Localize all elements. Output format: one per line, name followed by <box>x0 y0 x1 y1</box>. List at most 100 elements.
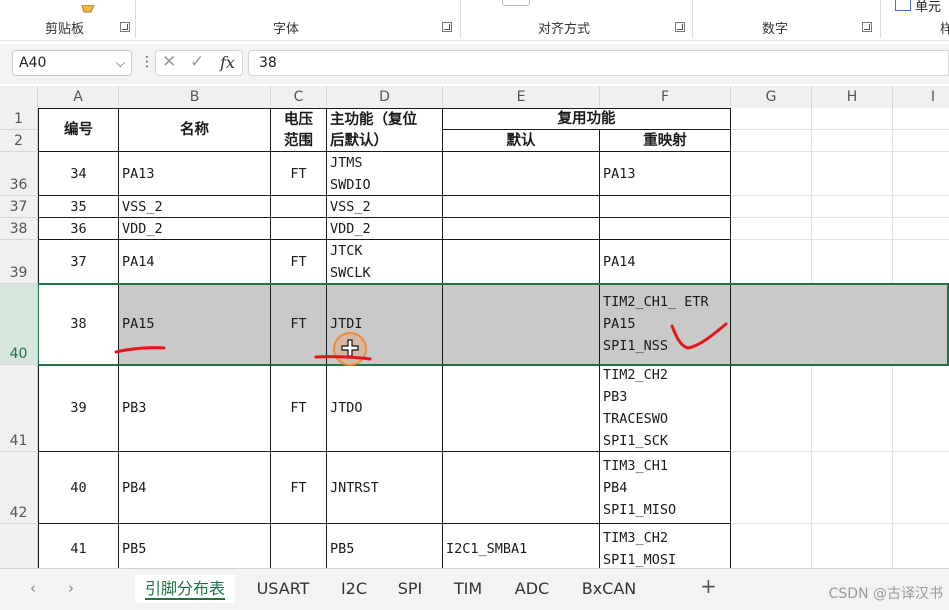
table-cell[interactable]: PB5 <box>119 524 271 568</box>
row-header[interactable]: 2 <box>0 130 37 152</box>
column-header-b[interactable]: B <box>119 86 271 108</box>
header-cell-voltage[interactable]: 电压 范围 <box>271 108 327 152</box>
sheet-tab-adc[interactable]: ADC <box>508 575 556 603</box>
row-header[interactable]: 39 <box>0 240 37 284</box>
sheet-tab-tim[interactable]: TIM <box>446 575 490 603</box>
table-cell[interactable]: FT <box>271 240 327 284</box>
sheet-tab-i2c[interactable]: I2C <box>334 575 374 603</box>
select-all-corner[interactable] <box>0 86 38 108</box>
table-cell[interactable] <box>443 240 600 284</box>
table-cell[interactable]: 41 <box>38 524 119 568</box>
row-header[interactable]: 38 <box>0 218 37 240</box>
table-cell[interactable]: 40 <box>38 452 119 524</box>
table-cell[interactable] <box>600 196 731 218</box>
row-header[interactable]: 37 <box>0 196 37 218</box>
more-options-icon[interactable]: ⋮ <box>140 54 154 70</box>
table-cell[interactable]: PA13 <box>600 152 731 196</box>
paste-icon[interactable] <box>78 0 100 13</box>
header-cell-remap[interactable]: 重映射 <box>600 130 731 152</box>
column-header-a[interactable]: A <box>38 86 119 108</box>
cell-format-icon <box>895 0 911 11</box>
table-cell[interactable]: JNTRST <box>327 452 443 524</box>
table-cell[interactable] <box>443 218 600 240</box>
table-cell[interactable]: 35 <box>38 196 119 218</box>
table-cell[interactable]: PB4 <box>119 452 271 524</box>
sheet-tab-usart[interactable]: USART <box>248 575 318 603</box>
font-launcher-icon[interactable] <box>442 22 452 32</box>
column-header-c[interactable]: C <box>271 86 327 108</box>
add-sheet-button[interactable]: + <box>700 574 717 598</box>
table-cell[interactable]: 34 <box>38 152 119 196</box>
table-cell[interactable] <box>443 452 600 524</box>
table-cell[interactable]: 39 <box>38 365 119 452</box>
align-control[interactable] <box>502 0 530 6</box>
selected-cell[interactable]: PA15 <box>119 284 271 365</box>
sheet-tab-pin-table[interactable]: 引脚分布表 <box>135 575 235 603</box>
table-cell[interactable]: VSS_2 <box>119 196 271 218</box>
row-header[interactable]: 42 <box>0 452 37 524</box>
table-cell[interactable]: TIM3_CH1 PB4 SPI1_MISO <box>600 452 731 524</box>
header-cell-main-function[interactable]: 主功能（复位 后默认） <box>327 108 443 152</box>
table-cell[interactable]: PA14 <box>600 240 731 284</box>
table-cell[interactable] <box>271 218 327 240</box>
chevron-left-icon[interactable]: ‹ <box>30 579 36 597</box>
table-cell[interactable]: JTMS SWDIO <box>327 152 443 196</box>
number-launcher-icon[interactable] <box>862 22 872 32</box>
table-cell[interactable]: FT <box>271 152 327 196</box>
column-header-h[interactable]: H <box>812 86 893 108</box>
enter-icon[interactable]: ✓ <box>190 52 204 72</box>
table-cell[interactable]: TIM2_CH2 PB3 TRACESWO SPI1_SCK <box>600 365 731 452</box>
table-cell[interactable] <box>443 196 600 218</box>
column-header-e[interactable]: E <box>443 86 600 108</box>
name-box[interactable]: A40 ⌵ <box>12 50 132 76</box>
table-cell[interactable]: JTDO <box>327 365 443 452</box>
header-cell-num[interactable]: 编号 <box>38 108 119 152</box>
header-cell-default[interactable]: 默认 <box>443 130 600 152</box>
table-cell[interactable] <box>600 218 731 240</box>
sheet-grid[interactable]: 编号 名称 电压 范围 主功能（复位 后默认） 复用功能 默认 重映射 34 P… <box>38 108 949 568</box>
table-cell[interactable]: PB5 <box>327 524 443 568</box>
table-cell[interactable]: PA13 <box>119 152 271 196</box>
group-divider <box>692 0 693 38</box>
table-cell[interactable] <box>271 524 327 568</box>
table-cell[interactable]: I2C1_SMBA1 <box>443 524 600 568</box>
header-cell-alt-function[interactable]: 复用功能 <box>443 108 731 130</box>
table-cell[interactable]: VDD_2 <box>327 218 443 240</box>
table-cell[interactable]: VDD_2 <box>119 218 271 240</box>
table-cell[interactable]: VSS_2 <box>327 196 443 218</box>
table-cell[interactable] <box>443 152 600 196</box>
gridline <box>731 451 949 452</box>
selected-cell[interactable] <box>443 284 600 365</box>
table-cell[interactable]: PB3 <box>119 365 271 452</box>
row-header[interactable]: 36 <box>0 152 37 196</box>
active-cell[interactable]: 38 <box>38 284 119 365</box>
sheet-tab-spi[interactable]: SPI <box>390 575 430 603</box>
row-header[interactable]: 41 <box>0 365 37 452</box>
column-header-g[interactable]: G <box>731 86 812 108</box>
clipboard-launcher-icon[interactable] <box>120 22 130 32</box>
chevron-down-icon[interactable]: ⌵ <box>116 51 125 75</box>
table-cell[interactable] <box>443 365 600 452</box>
chevron-right-icon[interactable]: › <box>68 579 74 597</box>
row-header-selected[interactable]: 40 <box>0 284 37 365</box>
alignment-launcher-icon[interactable] <box>675 22 685 32</box>
column-header-i[interactable]: I <box>893 86 949 108</box>
cancel-icon[interactable]: ✕ <box>162 52 176 72</box>
header-cell-name[interactable]: 名称 <box>119 108 271 152</box>
table-cell[interactable] <box>271 196 327 218</box>
sheet-tab-bxcan[interactable]: BxCAN <box>574 575 644 603</box>
table-cell[interactable]: FT <box>271 452 327 524</box>
selected-cell[interactable]: TIM2_CH1_ ETR PA15 SPI1_NSS <box>600 284 731 365</box>
column-header-f[interactable]: F <box>600 86 731 108</box>
selected-cell[interactable]: FT <box>271 284 327 365</box>
row-header[interactable]: 1 <box>0 108 37 130</box>
table-cell[interactable]: TIM3_CH2 SPI1_MOSI <box>600 524 731 568</box>
table-cell[interactable]: 36 <box>38 218 119 240</box>
insert-function-icon[interactable]: fx <box>220 53 235 72</box>
column-header-d[interactable]: D <box>327 86 443 108</box>
table-cell[interactable]: FT <box>271 365 327 452</box>
table-cell[interactable]: JTCK SWCLK <box>327 240 443 284</box>
formula-input[interactable]: 38 <box>248 50 949 76</box>
table-cell[interactable]: 37 <box>38 240 119 284</box>
table-cell[interactable]: PA14 <box>119 240 271 284</box>
